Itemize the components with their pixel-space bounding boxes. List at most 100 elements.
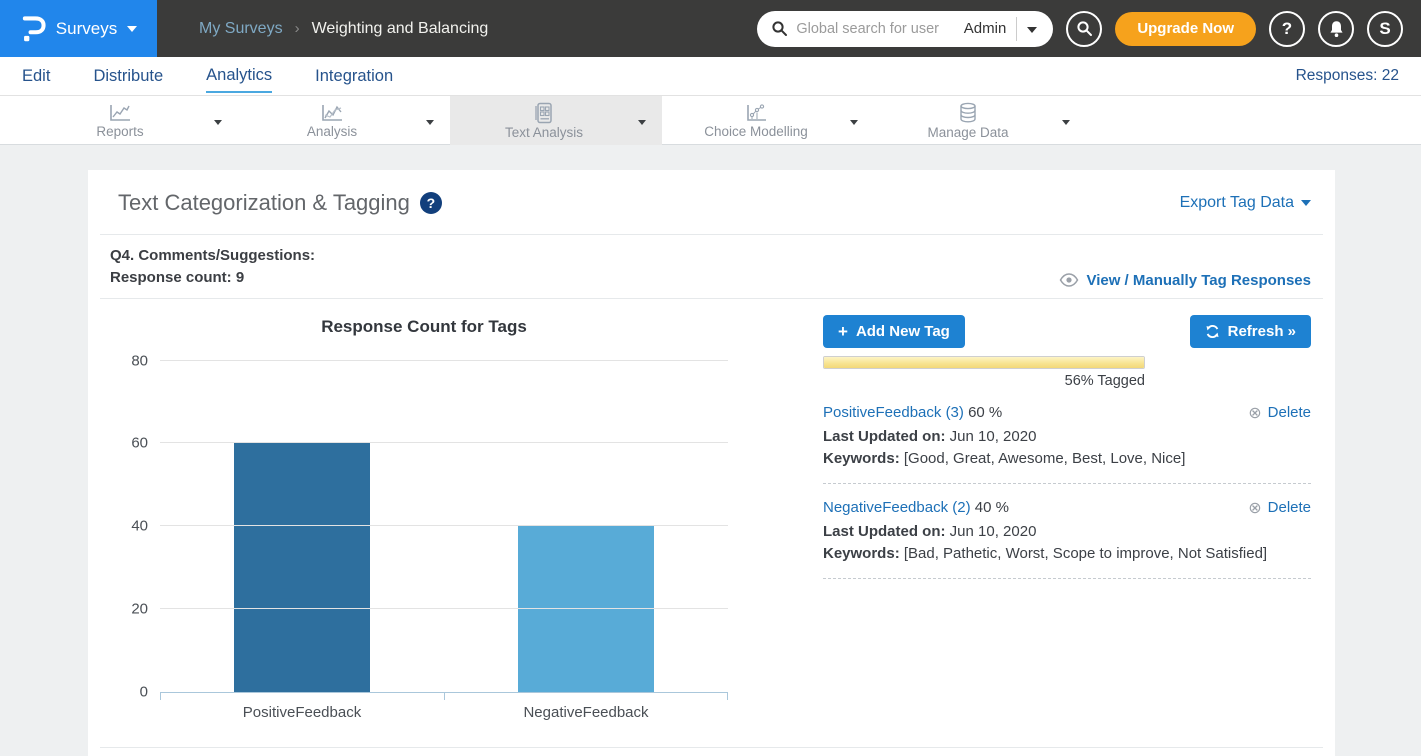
subnav-item-label: Text Analysis bbox=[505, 125, 583, 140]
chevron-down-icon bbox=[1027, 27, 1037, 33]
multi-line-chart-icon bbox=[320, 103, 344, 123]
subnav-item-reports[interactable]: Reports bbox=[26, 96, 238, 145]
subnav-item-analysis[interactable]: Analysis bbox=[238, 96, 450, 145]
subnav-item-choice-modelling[interactable]: Choice Modelling bbox=[662, 96, 874, 145]
delete-label: Delete bbox=[1268, 497, 1311, 520]
x-axis-tick-mark bbox=[727, 692, 728, 700]
chevron-down-icon bbox=[1062, 120, 1070, 125]
subnav-item-label: Analysis bbox=[307, 124, 357, 139]
gridline bbox=[160, 608, 728, 609]
response-count-label: Response count: 9 bbox=[110, 267, 315, 289]
title-help-icon[interactable]: ? bbox=[420, 192, 442, 214]
tab-distribute[interactable]: Distribute bbox=[93, 60, 163, 92]
keywords-value: [Good, Great, Awesome, Best, Love, Nice] bbox=[904, 450, 1186, 467]
chevron-down-icon bbox=[1301, 200, 1311, 206]
top-header: Surveys My Surveys › Weighting and Balan… bbox=[0, 0, 1421, 57]
last-updated-label: Last Updated on: bbox=[823, 523, 946, 540]
eye-icon bbox=[1059, 273, 1079, 287]
text-analysis-dropdown[interactable] bbox=[638, 112, 662, 130]
delete-tag-button[interactable]: ⊗ Delete bbox=[1248, 402, 1311, 426]
global-search-box[interactable]: Admin bbox=[757, 11, 1053, 47]
chevron-down-icon bbox=[638, 120, 646, 125]
line-chart-icon bbox=[108, 103, 132, 123]
tags-panel: + Add New Tag Refresh » bbox=[738, 305, 1311, 721]
question-mark-icon: ? bbox=[1282, 19, 1292, 39]
card-divider bbox=[100, 747, 1323, 748]
y-axis-tick-label: 80 bbox=[110, 352, 148, 369]
database-icon bbox=[957, 102, 979, 124]
subnav-item-label: Reports bbox=[96, 124, 143, 139]
tag-percent: 60 % bbox=[968, 404, 1002, 421]
keywords-label: Keywords: bbox=[823, 450, 900, 467]
analysis-dropdown[interactable] bbox=[426, 112, 450, 130]
tagged-progress-label: 56% Tagged bbox=[823, 373, 1145, 389]
question-label: Q4. Comments/Suggestions: bbox=[110, 245, 315, 267]
manage-data-dropdown[interactable] bbox=[1062, 112, 1086, 130]
last-updated-label: Last Updated on: bbox=[823, 428, 946, 445]
tab-analytics[interactable]: Analytics bbox=[206, 59, 272, 93]
chevron-down-icon bbox=[127, 26, 137, 32]
chart-bars bbox=[160, 361, 728, 692]
text-document-icon bbox=[534, 102, 554, 124]
tab-edit[interactable]: Edit bbox=[22, 60, 50, 92]
refresh-label: Refresh » bbox=[1228, 323, 1296, 340]
reports-dropdown[interactable] bbox=[214, 112, 238, 130]
page-title: Text Categorization & Tagging bbox=[118, 190, 410, 216]
last-updated-value: Jun 10, 2020 bbox=[950, 428, 1037, 445]
subnav-item-label: Manage Data bbox=[927, 125, 1008, 140]
brand-menu[interactable]: Surveys bbox=[0, 0, 157, 57]
search-scope-label[interactable]: Admin bbox=[964, 20, 1017, 37]
search-scope-dropdown[interactable] bbox=[1017, 20, 1043, 38]
bar-PositiveFeedback bbox=[234, 443, 370, 691]
tag-item: PositiveFeedback (3) 60 % ⊗ Delete Last … bbox=[823, 402, 1311, 484]
view-manually-tag-label: View / Manually Tag Responses bbox=[1086, 272, 1311, 289]
export-tag-data-dropdown[interactable]: Export Tag Data bbox=[1180, 194, 1311, 212]
bell-icon bbox=[1328, 20, 1345, 38]
choice-modelling-dropdown[interactable] bbox=[850, 112, 874, 130]
tag-name-link[interactable]: PositiveFeedback (3) bbox=[823, 404, 964, 421]
last-updated-value: Jun 10, 2020 bbox=[950, 523, 1037, 540]
account-avatar[interactable]: S bbox=[1367, 11, 1403, 47]
breadcrumb-my-surveys[interactable]: My Surveys bbox=[199, 20, 283, 38]
gridline bbox=[160, 525, 728, 526]
refresh-button[interactable]: Refresh » bbox=[1190, 315, 1311, 348]
y-axis-tick-label: 0 bbox=[110, 683, 148, 700]
bar-NegativeFeedback bbox=[518, 526, 654, 692]
scatter-chart-icon bbox=[744, 103, 768, 123]
help-button[interactable]: ? bbox=[1269, 11, 1305, 47]
tag-name-link[interactable]: NegativeFeedback (2) bbox=[823, 499, 971, 516]
x-axis-tick-mark bbox=[444, 692, 445, 700]
chart-xlabels: PositiveFeedbackNegativeFeedback bbox=[160, 704, 728, 721]
search-button[interactable] bbox=[1066, 11, 1102, 47]
delete-tag-button[interactable]: ⊗ Delete bbox=[1248, 497, 1311, 521]
notifications-button[interactable] bbox=[1318, 11, 1354, 47]
tag-percent: 40 % bbox=[975, 499, 1009, 516]
breadcrumb-separator-icon: › bbox=[295, 20, 300, 37]
brand-label: Surveys bbox=[56, 19, 117, 39]
tagged-progress-bar bbox=[823, 356, 1145, 369]
keywords-value: [Bad, Pathetic, Worst, Scope to improve,… bbox=[904, 545, 1267, 562]
subnav-item-label: Choice Modelling bbox=[704, 124, 808, 139]
add-new-tag-label: Add New Tag bbox=[856, 323, 950, 340]
chevron-down-icon bbox=[426, 120, 434, 125]
y-axis-tick-label: 40 bbox=[110, 518, 148, 535]
subnav-item-text-analysis[interactable]: Text Analysis bbox=[450, 96, 662, 145]
search-input[interactable] bbox=[796, 21, 963, 37]
view-manually-tag-link[interactable]: View / Manually Tag Responses bbox=[1059, 272, 1311, 289]
survey-tab-bar: Edit Distribute Analytics Integration Re… bbox=[0, 57, 1421, 96]
tag-chart: Response Count for Tags 020406080 Positi… bbox=[110, 305, 738, 721]
header-actions: Admin Upgrade Now ? S bbox=[757, 11, 1421, 47]
delete-label: Delete bbox=[1268, 402, 1311, 425]
breadcrumb: My Surveys › Weighting and Balancing bbox=[199, 20, 488, 38]
responses-count: Responses: 22 bbox=[1296, 67, 1399, 85]
search-icon bbox=[771, 20, 788, 37]
analytics-subnav: Reports Analysis bbox=[0, 96, 1421, 145]
tab-integration[interactable]: Integration bbox=[315, 60, 393, 92]
upgrade-now-button[interactable]: Upgrade Now bbox=[1115, 12, 1256, 46]
y-axis-tick-label: 20 bbox=[110, 600, 148, 617]
add-new-tag-button[interactable]: + Add New Tag bbox=[823, 315, 965, 348]
chart-plot: 020406080 bbox=[160, 361, 728, 693]
subnav-item-manage-data[interactable]: Manage Data bbox=[874, 96, 1086, 145]
gridline bbox=[160, 360, 728, 361]
tag-item: NegativeFeedback (2) 40 % ⊗ Delete Last … bbox=[823, 497, 1311, 579]
